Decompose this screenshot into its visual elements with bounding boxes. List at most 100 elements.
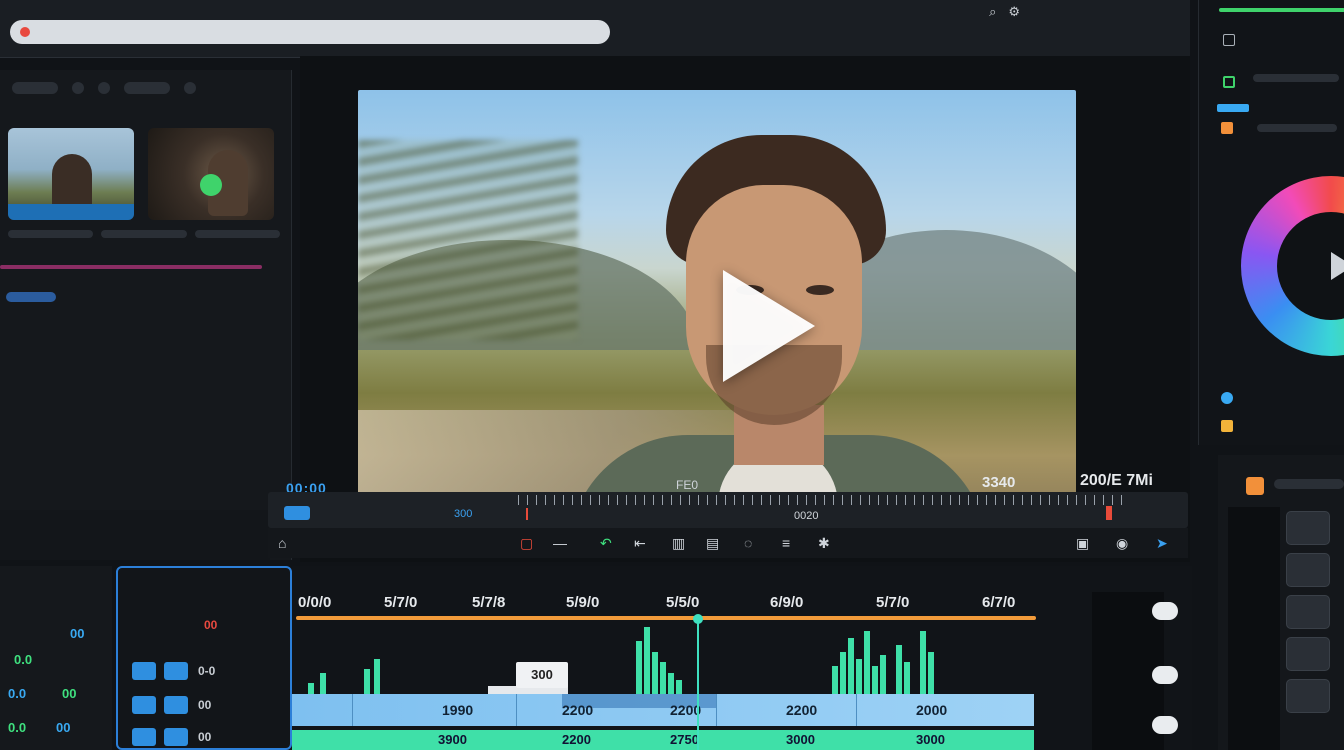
waveform-bar xyxy=(840,652,846,694)
list-item[interactable] xyxy=(0,292,270,306)
waveform-bar xyxy=(920,631,926,694)
trash-icon[interactable]: ▤ xyxy=(706,535,719,552)
effect-swatch[interactable] xyxy=(1221,122,1233,134)
clip-boundary[interactable] xyxy=(716,694,717,726)
ruler-label: 5/7/8 xyxy=(472,594,506,611)
clip-timecode: 2200 xyxy=(562,732,591,747)
level-value: 00 xyxy=(70,626,85,641)
inspector-tab[interactable] xyxy=(1217,104,1249,112)
clip-timecode: 1990 xyxy=(442,702,474,718)
meta-pill xyxy=(8,230,94,238)
mixer-icon[interactable] xyxy=(1246,477,1264,495)
save-icon[interactable]: ▣ xyxy=(1076,535,1089,552)
color-wheel-arrow-icon[interactable] xyxy=(1331,252,1344,280)
level-meter xyxy=(1219,8,1344,12)
ruler-label: 0/0/0 xyxy=(298,594,332,611)
clip-timecode: 2750 xyxy=(670,732,699,747)
video-editor-app: ⌕ ⚙ 00:00 FE0 3340 200/E 7Mi 300 0020 ⌂ … xyxy=(0,0,1344,750)
undo-icon[interactable]: ↶ xyxy=(600,535,612,552)
split-icon[interactable]: ▥ xyxy=(672,535,685,552)
viewer-scrubber[interactable]: 300 0020 xyxy=(268,492,1188,528)
mixer-knob[interactable] xyxy=(1286,679,1330,713)
effect-label: 00 xyxy=(198,730,212,744)
timecode-duration: 3340 xyxy=(982,474,1016,491)
work-area-bar[interactable] xyxy=(296,616,1036,620)
mixer-knob[interactable] xyxy=(1286,595,1330,629)
mixer-knob[interactable] xyxy=(1286,637,1330,671)
effect-label: 00 xyxy=(198,698,212,712)
play-icon[interactable] xyxy=(723,270,815,382)
color-wheel-icon[interactable] xyxy=(1241,176,1344,356)
home-icon[interactable]: ⌂ xyxy=(278,535,286,551)
track-toggle-icon[interactable] xyxy=(1152,716,1178,734)
title-bar: ⌕ ⚙ xyxy=(0,0,1190,58)
minus-icon[interactable]: — xyxy=(553,535,567,551)
top-toolbar: ⌕ ⚙ xyxy=(989,4,1020,20)
clip-boundary[interactable] xyxy=(516,694,517,726)
clip-timecode: 2000 xyxy=(916,702,948,718)
timeline-panel: 0/0/0 5/7/0 5/7/8 5/9/0 5/5/0 6/9/0 5/7/… xyxy=(292,566,1192,750)
meta-pill xyxy=(194,230,280,238)
list-view-icon[interactable] xyxy=(72,82,84,94)
effect-button[interactable] xyxy=(164,662,188,680)
settings-icon[interactable]: ⚙ xyxy=(1008,4,1020,20)
effect-button[interactable] xyxy=(132,728,156,746)
waveform-bar xyxy=(928,652,934,694)
mixer-knob[interactable] xyxy=(1286,511,1330,545)
grid-view-icon[interactable] xyxy=(98,82,110,94)
viewer-timecodes: 00:00 FE0 3340 200/E 7Mi xyxy=(286,468,1190,496)
mixer-knob[interactable] xyxy=(1286,553,1330,587)
waveform-bar xyxy=(644,627,650,694)
media-bin-tab[interactable] xyxy=(12,82,58,94)
address-bar[interactable] xyxy=(10,20,610,44)
media-thumbnail[interactable] xyxy=(148,128,274,220)
mixer-panel xyxy=(1218,455,1344,750)
level-value: 00 xyxy=(62,686,77,701)
search-icon[interactable]: ⌕ xyxy=(989,4,996,20)
clip-boundary[interactable] xyxy=(352,694,353,726)
waveform-bar xyxy=(904,662,910,694)
media-thumbnail[interactable] xyxy=(8,128,134,220)
media-bin-toolbar xyxy=(12,82,196,94)
ruler-label: 5/5/0 xyxy=(666,594,700,611)
color-dot-icon[interactable] xyxy=(1221,392,1233,404)
out-point-marker[interactable] xyxy=(1106,506,1112,520)
thumbnail-selected-bar xyxy=(8,204,134,220)
waveform-bar xyxy=(652,652,658,694)
mixer-strip xyxy=(1228,507,1280,750)
level-value: 0.0 xyxy=(8,686,27,701)
playhead[interactable] xyxy=(693,614,703,750)
checkbox-icon[interactable] xyxy=(1223,34,1235,46)
record-button-icon[interactable]: ▢ xyxy=(520,535,533,552)
more-icon[interactable] xyxy=(184,82,196,94)
marker-tick[interactable] xyxy=(526,508,528,520)
effect-button[interactable] xyxy=(164,696,188,714)
clip-duration-label[interactable]: 300 xyxy=(516,662,568,688)
track-toggle-icon[interactable] xyxy=(1152,602,1178,620)
waveform-bar xyxy=(872,666,878,694)
magic-icon[interactable]: ✱ xyxy=(818,535,830,552)
waveform-bar xyxy=(880,655,886,694)
effect-label: 0-0 xyxy=(198,664,216,678)
effect-button[interactable] xyxy=(132,662,156,680)
waveform-bar xyxy=(308,683,314,694)
track-toggle-icon[interactable] xyxy=(1152,666,1178,684)
clip-boundary[interactable] xyxy=(856,694,857,726)
audio-icon[interactable]: ◉ xyxy=(1116,535,1128,552)
effect-button[interactable] xyxy=(164,728,188,746)
media-filter-button[interactable] xyxy=(124,82,170,94)
color-swatch[interactable] xyxy=(1221,420,1233,432)
effect-button[interactable] xyxy=(132,696,156,714)
audio-track[interactable]: 3900 2200 2750 3000 3000 xyxy=(292,730,1034,750)
clip-timecode: 3000 xyxy=(916,732,945,747)
in-point-marker[interactable] xyxy=(284,506,310,520)
clip-timecode: 2200 xyxy=(786,702,818,718)
list-icon[interactable]: ≡ xyxy=(782,535,790,551)
loop-icon[interactable]: ◌ xyxy=(744,535,752,551)
timeline-ruler[interactable]: 0/0/0 5/7/0 5/7/8 5/9/0 5/5/0 6/9/0 5/7/… xyxy=(292,592,1052,614)
step-back-icon[interactable]: ⇤ xyxy=(634,535,646,552)
export-icon[interactable]: ➤ xyxy=(1156,535,1168,552)
toggle-icon[interactable] xyxy=(1223,76,1235,88)
video-track[interactable]: 1990 2200 2200 2200 2000 xyxy=(292,694,1034,726)
viewer-panel: 00:00 FE0 3340 200/E 7Mi 300 0020 ⌂ ▢ — … xyxy=(268,56,1190,562)
